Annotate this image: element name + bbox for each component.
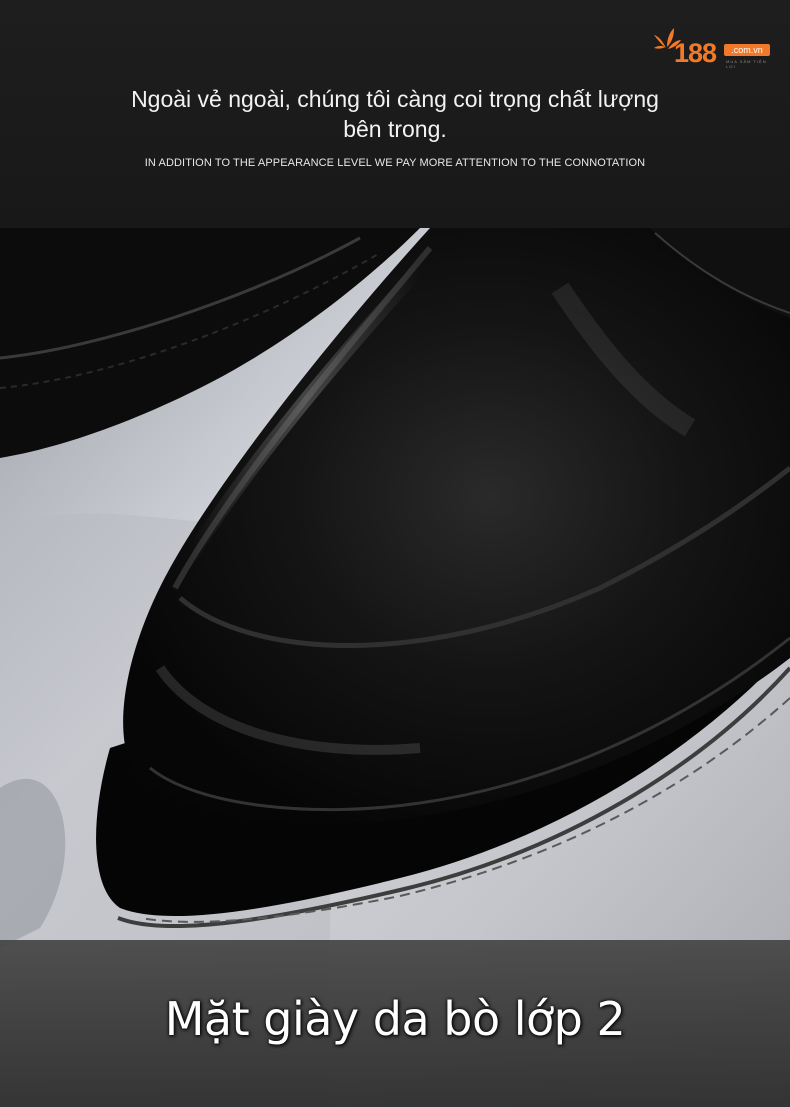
headline-english: IN ADDITION TO THE APPEARANCE LEVEL WE P… bbox=[144, 157, 646, 169]
product-caption: Mặt giày da bò lớp 2 bbox=[164, 992, 626, 1046]
logo-domain: .com.vn bbox=[724, 44, 770, 56]
headline-vietnamese: Ngoài vẻ ngoài, chúng tôi càng coi trọng… bbox=[131, 86, 659, 142]
logo-number: 188 bbox=[674, 38, 717, 68]
header-banner: 188 .com.vn MUA SẮM TIỆN LỢI Ngoài vẻ ng… bbox=[0, 0, 790, 228]
logo-tagline: MUA SẮM TIỆN LỢI bbox=[726, 59, 767, 69]
brand-logo[interactable]: 188 .com.vn MUA SẮM TIỆN LỢI bbox=[652, 26, 776, 70]
